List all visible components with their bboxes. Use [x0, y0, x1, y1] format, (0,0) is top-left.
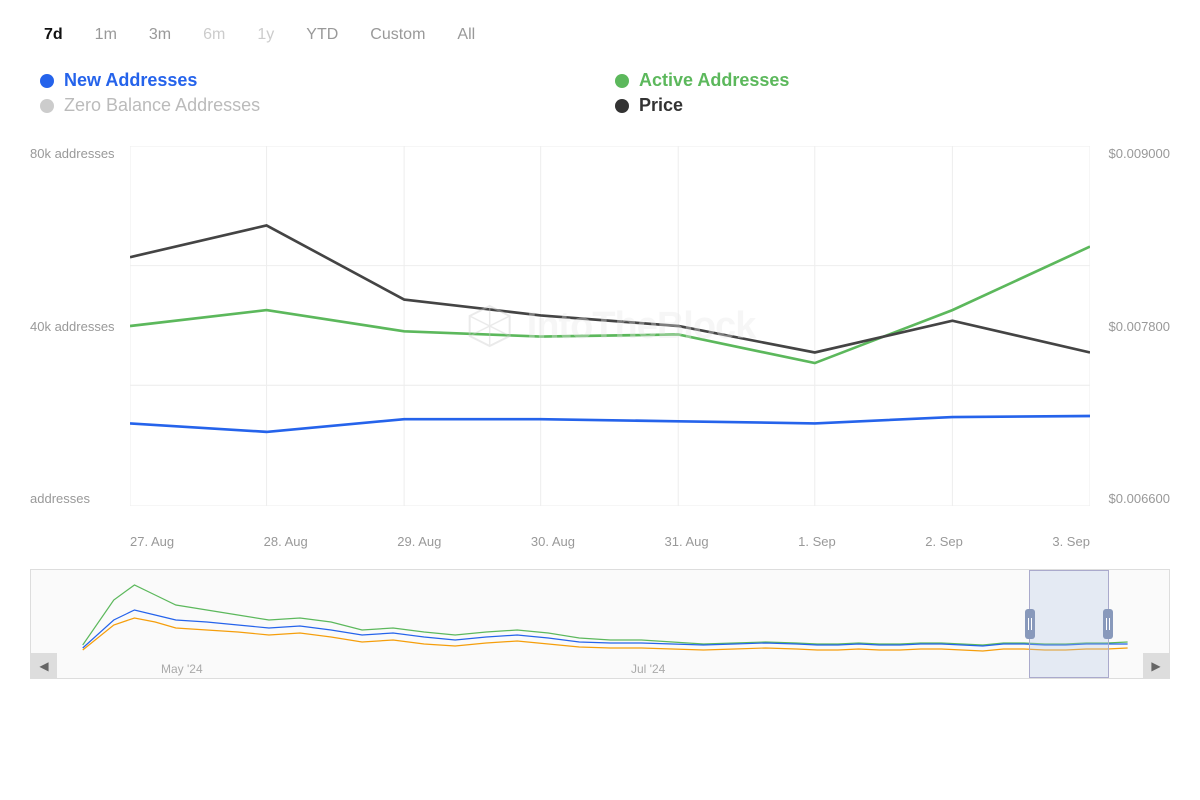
x-label-2.-sep: 2. Sep — [925, 534, 963, 549]
time-btn-all[interactable]: All — [443, 20, 489, 50]
navigator-selection[interactable] — [1029, 570, 1109, 678]
y-axis-right: $0.009000 $0.007800 $0.006600 — [1109, 146, 1170, 526]
time-btn-3m[interactable]: 3m — [135, 20, 185, 50]
scroll-left-button[interactable]: ◀ — [31, 653, 57, 679]
mini-chart[interactable]: May '24 Jul '24 ◀ ▶ — [30, 569, 1170, 679]
y-right-top: $0.009000 — [1109, 146, 1170, 161]
x-label-29.-aug: 29. Aug — [397, 534, 441, 549]
time-btn-ytd[interactable]: YTD — [292, 20, 352, 50]
navigator-left-handle[interactable] — [1025, 609, 1035, 639]
chart-svg-container: IntoTheBlock — [130, 146, 1090, 506]
time-btn-6m: 6m — [189, 20, 239, 50]
mini-label-may: May '24 — [161, 662, 203, 676]
chart-legend: New Addresses Active Addresses Zero Balanc… — [30, 70, 1170, 116]
legend-item-zero-balance[interactable]: Zero Balance Addresses — [40, 95, 595, 116]
time-btn-1y: 1y — [243, 20, 288, 50]
time-range-bar: 7d1m3m6m1yYTDCustomAll — [30, 20, 1170, 50]
legend-item-active-addresses[interactable]: Active Addresses — [615, 70, 1170, 91]
legend-dot-zero-balance — [40, 99, 54, 113]
legend-label-active-addresses: Active Addresses — [639, 70, 789, 91]
legend-label-zero-balance: Zero Balance Addresses — [64, 95, 260, 116]
x-label-3.-sep: 3. Sep — [1052, 534, 1090, 549]
mini-label-jul: Jul '24 — [631, 662, 665, 676]
legend-dot-new-addresses — [40, 74, 54, 88]
main-container: 7d1m3m6m1yYTDCustomAll New Addresses Acti… — [0, 0, 1200, 800]
time-btn-custom[interactable]: Custom — [356, 20, 439, 50]
y-right-mid: $0.007800 — [1109, 319, 1170, 334]
time-btn-1m[interactable]: 1m — [81, 20, 131, 50]
x-label-1.-sep: 1. Sep — [798, 534, 836, 549]
mini-chart-inner: May '24 Jul '24 — [31, 570, 1169, 678]
x-label-31.-aug: 31. Aug — [665, 534, 709, 549]
y-right-bot: $0.006600 — [1109, 491, 1170, 506]
legend-item-new-addresses[interactable]: New Addresses — [40, 70, 595, 91]
navigator-right-handle[interactable] — [1103, 609, 1113, 639]
y-axis-left: 80k addresses 40k addresses addresses — [30, 146, 115, 526]
x-label-28.-aug: 28. Aug — [264, 534, 308, 549]
time-btn-7d[interactable]: 7d — [30, 20, 77, 50]
y-label-bot: addresses — [30, 491, 115, 506]
legend-dot-active-addresses — [615, 74, 629, 88]
x-label-30.-aug: 30. Aug — [531, 534, 575, 549]
y-label-mid: 40k addresses — [30, 319, 115, 334]
main-chart-area: 80k addresses 40k addresses addresses $0… — [30, 146, 1170, 526]
legend-dot-price — [615, 99, 629, 113]
legend-item-price[interactable]: Price — [615, 95, 1170, 116]
x-label-27.-aug: 27. Aug — [130, 534, 174, 549]
y-label-top: 80k addresses — [30, 146, 115, 161]
scroll-right-button[interactable]: ▶ — [1143, 653, 1169, 679]
x-axis: 27. Aug 28. Aug 29. Aug 30. Aug 31. Aug 1. Se… — [30, 526, 1170, 549]
legend-label-new-addresses: New Addresses — [64, 70, 197, 91]
legend-label-price: Price — [639, 95, 683, 116]
